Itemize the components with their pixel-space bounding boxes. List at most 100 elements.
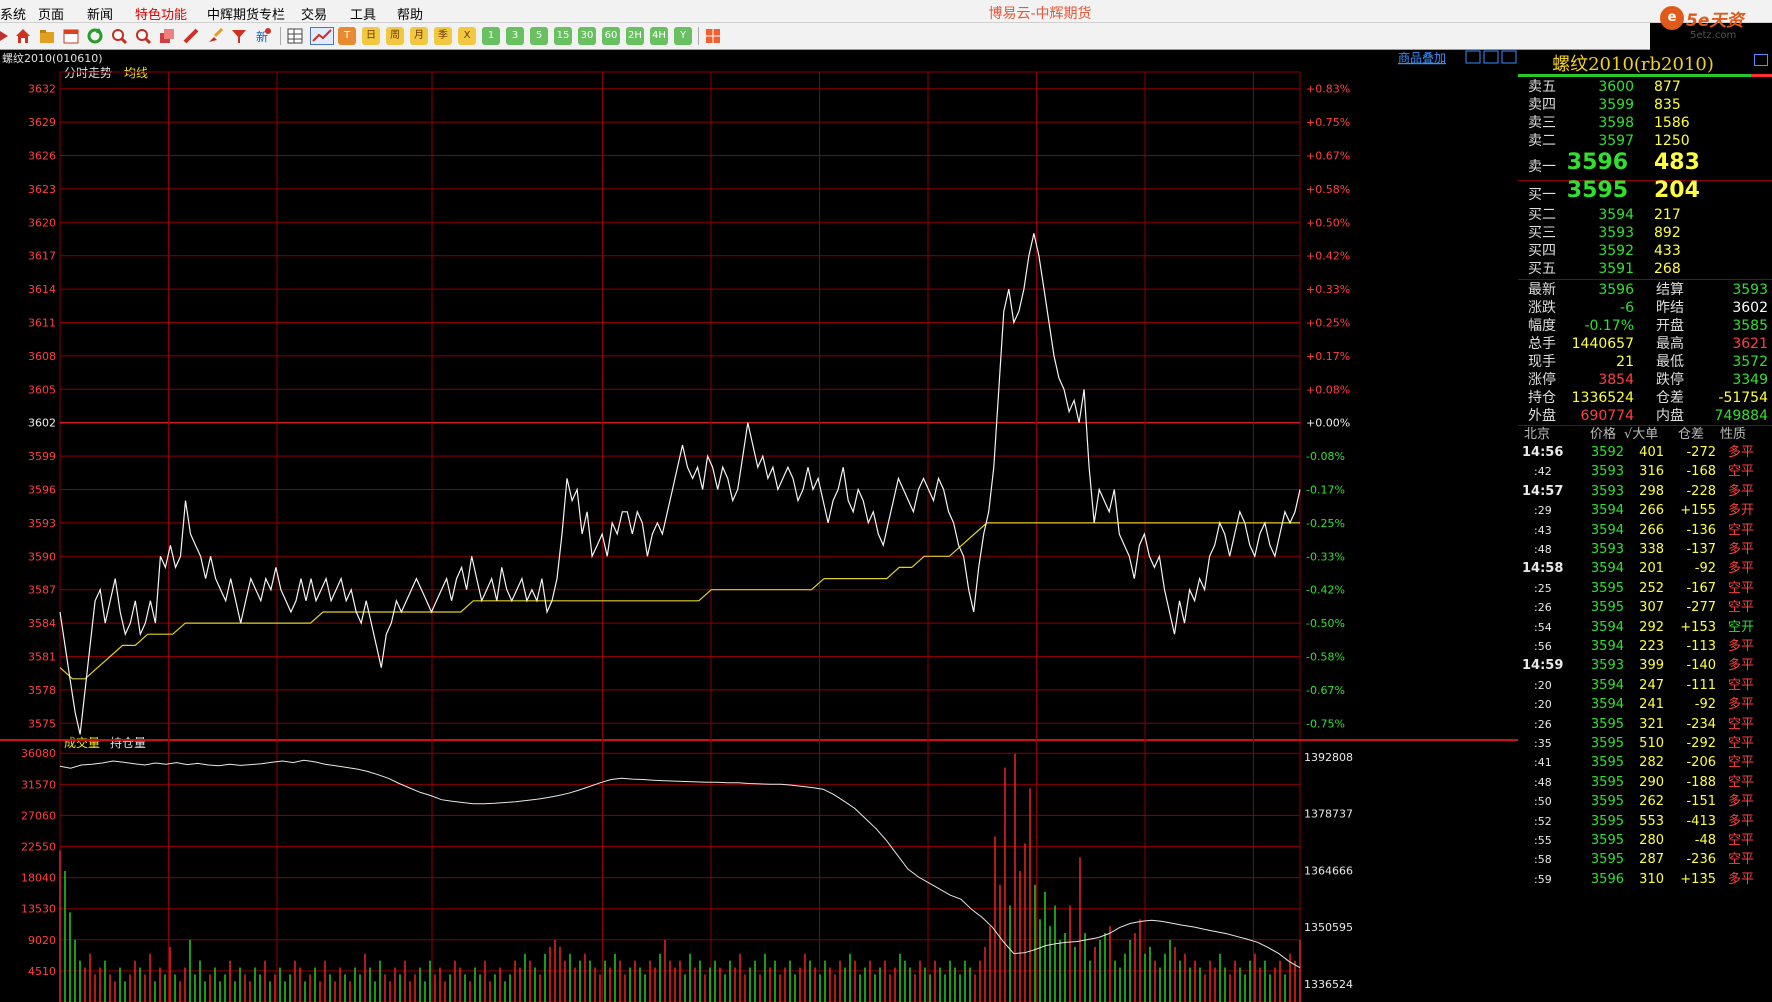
- pencil-icon[interactable]: [182, 27, 200, 45]
- menu-system[interactable]: 系统: [0, 4, 26, 23]
- tick-time: :48: [1534, 543, 1552, 556]
- period-4h-button[interactable]: 4H: [650, 27, 668, 45]
- stat-value: 3602: [1732, 300, 1768, 316]
- stat-value: -0.17%: [1584, 318, 1634, 334]
- tick-time: :52: [1534, 814, 1552, 828]
- tick-price: 3594: [1590, 639, 1624, 654]
- volume-tick-label: 13530: [21, 903, 56, 916]
- tick-volume: 307: [1639, 600, 1664, 616]
- period-1min-button[interactable]: 1: [482, 27, 500, 45]
- tick-row: :25 3595 252 -167 空平: [1518, 580, 1772, 599]
- table-icon[interactable]: [286, 27, 304, 45]
- stack-icon[interactable]: [158, 27, 176, 45]
- price-tick-label: 3599: [28, 450, 56, 463]
- zoom-in-icon[interactable]: [110, 27, 128, 45]
- bid-row: 买五 3591 268: [1518, 260, 1772, 278]
- ask-volume: 483: [1654, 150, 1700, 175]
- quote-title: 螺纹2010(rb2010): [1552, 54, 1714, 75]
- ticks-header-volume[interactable]: √大单: [1624, 426, 1658, 444]
- price-tick-label: 3602: [28, 417, 56, 430]
- menu-bar: 系统 页面 新闻 特色功能 中辉期货专栏 交易 工具 帮助 博易云-中辉期货: [0, 0, 1772, 23]
- volume-tick-label: 4510: [28, 965, 56, 978]
- tick-oi: -206: [1686, 755, 1716, 771]
- menu-futures-column[interactable]: 中辉期货专栏: [207, 4, 285, 23]
- new-icon[interactable]: 新: [254, 27, 272, 45]
- period-day-button[interactable]: 日: [362, 27, 380, 45]
- price-tick-label: 3584: [28, 617, 56, 630]
- period-5min-button[interactable]: 5: [530, 27, 548, 45]
- tick-price: 3595: [1590, 794, 1624, 810]
- menu-page[interactable]: 页面: [38, 4, 64, 23]
- period-month-button[interactable]: 月: [410, 27, 428, 45]
- period-2h-button[interactable]: 2H: [626, 27, 644, 45]
- tick-icon[interactable]: T: [338, 27, 356, 45]
- tick-oi: -167: [1686, 580, 1716, 596]
- ask-label: 卖一: [1528, 159, 1556, 175]
- pct-tick-label: +0.75%: [1306, 116, 1350, 129]
- tick-row: :59 3596 310 +135 多平: [1518, 871, 1772, 890]
- ticks-header-price: 价格: [1590, 427, 1617, 442]
- window-control-icons[interactable]: [1465, 50, 1517, 64]
- period-15min-button[interactable]: 15: [554, 27, 572, 45]
- panel-toggle-icon[interactable]: [1754, 54, 1768, 66]
- pct-tick-label: +0.25%: [1306, 317, 1350, 330]
- tick-volume: 223: [1639, 639, 1664, 654]
- refresh-icon[interactable]: [86, 27, 104, 45]
- period-quarter-button[interactable]: 季: [434, 27, 452, 45]
- grid-icon[interactable]: [704, 27, 722, 45]
- period-week-button[interactable]: 周: [386, 27, 404, 45]
- menu-trade[interactable]: 交易: [301, 4, 327, 23]
- tick-volume: 292: [1639, 619, 1664, 635]
- tick-time: 14:59: [1522, 658, 1564, 674]
- tick-time: 14:56: [1522, 445, 1564, 460]
- period-custom-button[interactable]: X: [458, 27, 476, 45]
- brush-icon[interactable]: [206, 27, 224, 45]
- tick-nature: 空平: [1728, 600, 1755, 616]
- filter-icon[interactable]: [230, 27, 248, 45]
- price-tick-label: 3608: [28, 350, 56, 363]
- price-tick-label: 3596: [28, 484, 56, 497]
- period-year-button[interactable]: Y: [674, 27, 692, 45]
- period-60min-button[interactable]: 60: [602, 27, 620, 45]
- tick-volume: 553: [1639, 813, 1664, 829]
- tick-time: :20: [1534, 698, 1552, 712]
- close-window-icon[interactable]: [1501, 50, 1517, 64]
- tick-volume: 247: [1639, 677, 1664, 693]
- tick-time: 14:58: [1522, 561, 1564, 577]
- tick-volume: 510: [1639, 736, 1664, 751]
- menu-special[interactable]: 特色功能: [135, 4, 187, 23]
- restore-window-icon[interactable]: [1465, 50, 1481, 64]
- stat-value: 21: [1616, 354, 1634, 370]
- bid-price: 3594: [1598, 207, 1634, 223]
- menu-help[interactable]: 帮助: [397, 4, 423, 23]
- folder-icon[interactable]: [38, 27, 56, 45]
- tick-row: 14:59 3593 399 -140 多平: [1518, 657, 1772, 676]
- stat-row: 最新 3596 结算 3593: [1518, 281, 1772, 299]
- home-icon[interactable]: [14, 27, 32, 45]
- tick-time: :56: [1534, 640, 1552, 653]
- volume-tick-label: 31570: [21, 778, 56, 791]
- pct-tick-label: -0.08%: [1306, 450, 1345, 463]
- pct-tick-label: -0.58%: [1306, 651, 1345, 664]
- trend-icon[interactable]: [310, 27, 334, 45]
- overlay-link[interactable]: 商品叠加: [1398, 50, 1446, 65]
- period-30min-button[interactable]: 30: [578, 27, 596, 45]
- menu-news[interactable]: 新闻: [87, 4, 113, 23]
- tick-nature: 空平: [1728, 852, 1755, 868]
- tick-nature: 多平: [1728, 542, 1755, 557]
- prev-icon[interactable]: [0, 31, 8, 41]
- maximize-window-icon[interactable]: [1483, 50, 1499, 64]
- tick-volume: 287: [1639, 852, 1664, 868]
- tick-oi: -292: [1686, 736, 1716, 751]
- tick-price: 3594: [1590, 561, 1624, 577]
- stat-value: 3621: [1732, 336, 1768, 352]
- calendar-icon[interactable]: [62, 27, 80, 45]
- logo-circle-icon: e: [1660, 6, 1684, 30]
- menu-tools[interactable]: 工具: [350, 4, 376, 23]
- tick-row: :48 3593 338 -137 多平: [1518, 541, 1772, 560]
- tick-volume: 262: [1639, 794, 1664, 810]
- zoom-out-icon[interactable]: [134, 27, 152, 45]
- period-3min-button[interactable]: 3: [506, 27, 524, 45]
- chart-frame: [59, 71, 1301, 1002]
- chart-axes: 3632 +0.83% 3629 +0.75% 3626 +0.67% 3623 +0.58%…: [21, 83, 1353, 991]
